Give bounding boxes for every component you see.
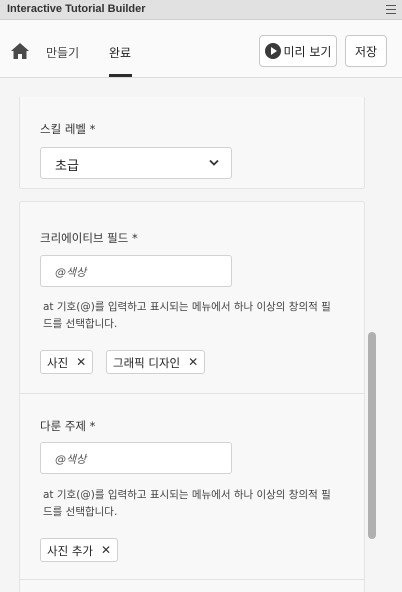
play-icon	[264, 43, 281, 59]
window-titlebar: Interactive Tutorial Builder	[0, 0, 402, 20]
creative-field-help: at 기호(@)를 입력하고 표시되는 메뉴에서 하나 이상의 창의적 필드를 …	[43, 301, 331, 330]
preview-button[interactable]: 미리 보기	[259, 35, 337, 67]
active-tab-indicator	[109, 74, 132, 77]
close-icon[interactable]: ✕	[101, 543, 111, 557]
app-header: 만들기 완료 미리 보기 저장	[0, 20, 402, 78]
form-scroll-area: 스킬 레벨 * 초급 크리에이티브 필드 * @색상 at 기호(@)를 입력하…	[0, 79, 402, 592]
chip-photo: 사진 ✕	[40, 350, 94, 374]
topics-label: 다룬 주제 *	[40, 419, 96, 433]
save-button[interactable]: 저장	[345, 35, 387, 67]
tab-done[interactable]: 완료	[109, 44, 131, 61]
section-divider	[20, 393, 364, 394]
window-title: Interactive Tutorial Builder	[7, 3, 146, 15]
skill-level-select[interactable]: 초급	[40, 147, 232, 179]
chevron-down-icon	[209, 159, 219, 166]
skill-level-card: 스킬 레벨 * 초급	[19, 97, 365, 189]
chip-add-photo: 사진 추가 ✕	[40, 538, 119, 562]
topics-input[interactable]: @색상	[40, 442, 232, 474]
skill-level-label: 스킬 레벨 *	[40, 122, 96, 136]
chip-graphic-design: 그래픽 디자인 ✕	[106, 350, 206, 374]
fields-card: 크리에이티브 필드 * @색상 at 기호(@)를 입력하고 표시되는 메뉴에서…	[19, 201, 365, 592]
close-icon[interactable]: ✕	[76, 355, 86, 369]
preview-button-label: 미리 보기	[283, 44, 332, 59]
skill-level-value: 초급	[55, 159, 79, 174]
chip-label: 사진	[47, 356, 69, 370]
creative-field-label: 크리에이티브 필드 *	[40, 231, 138, 245]
close-icon[interactable]: ✕	[188, 355, 198, 369]
home-icon[interactable]	[10, 42, 30, 60]
chip-label: 그래픽 디자인	[113, 356, 181, 370]
chip-label: 사진 추가	[47, 544, 93, 558]
section-divider	[20, 579, 364, 580]
topics-help: at 기호(@)를 입력하고 표시되는 메뉴에서 하나 이상의 창의적 필드를 …	[43, 489, 331, 518]
scrollbar-thumb[interactable]	[368, 332, 376, 539]
hamburger-menu-icon[interactable]	[386, 5, 396, 14]
creative-field-input[interactable]: @색상	[40, 255, 232, 287]
tab-create[interactable]: 만들기	[46, 44, 79, 61]
